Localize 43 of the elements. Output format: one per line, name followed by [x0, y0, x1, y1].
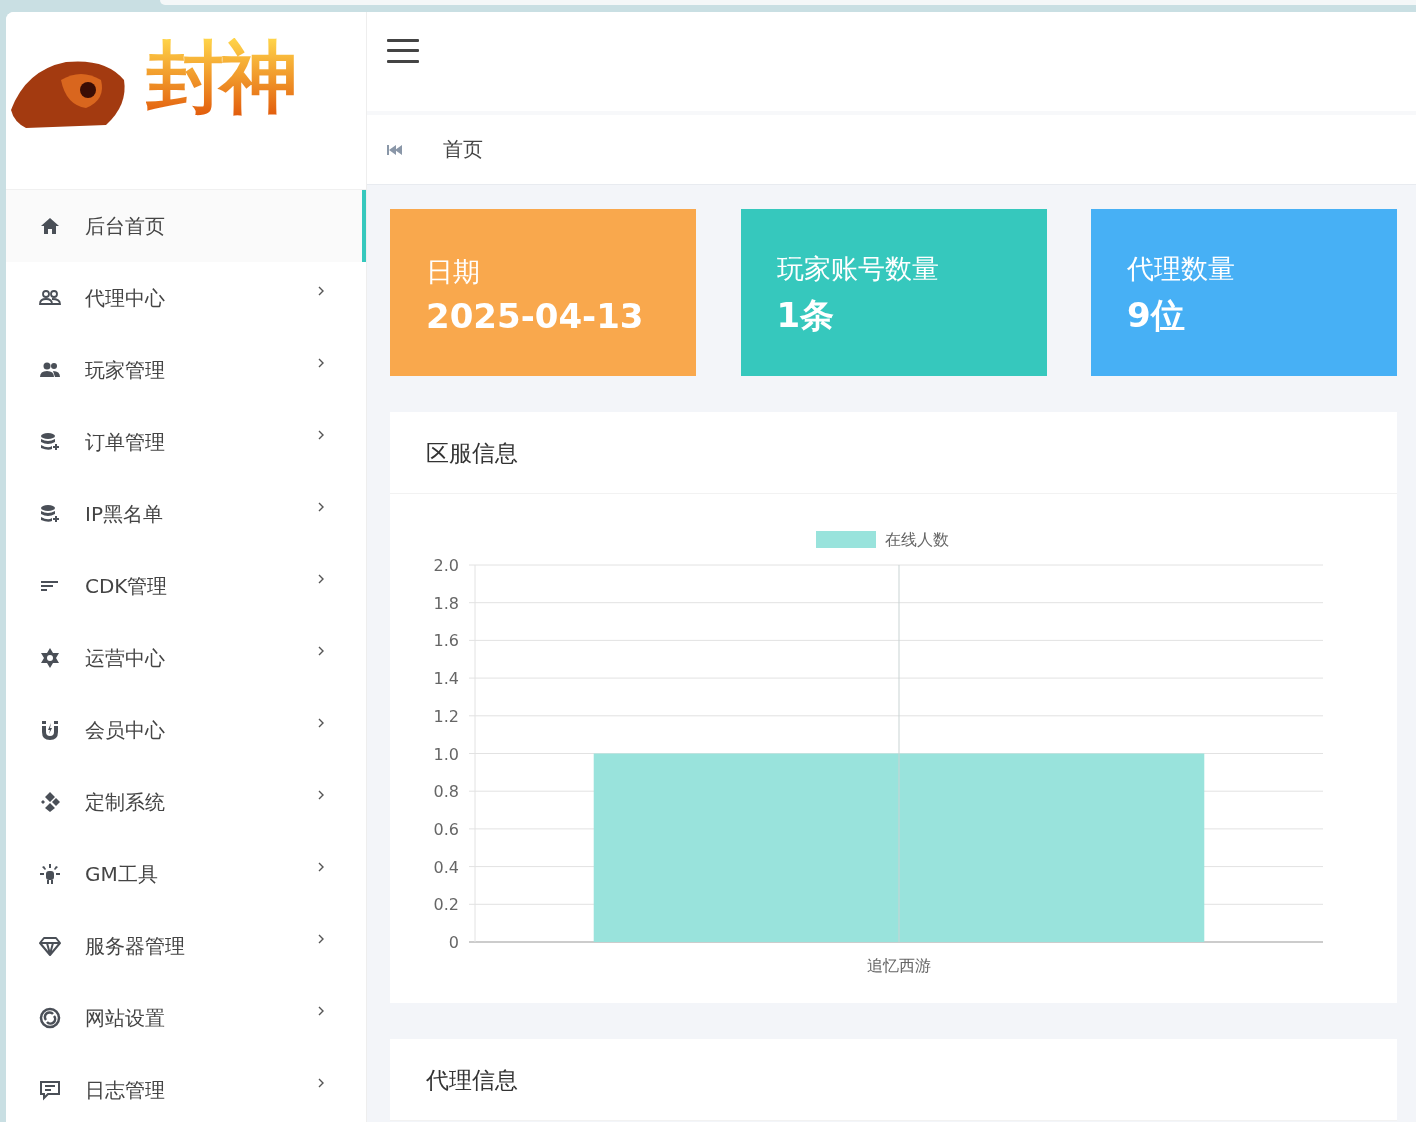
sidebar-item[interactable]: 后台首页	[6, 190, 366, 262]
stat-label: 玩家账号数量	[776, 251, 940, 286]
logo-text: 封神	[146, 38, 294, 116]
breadcrumb-link[interactable]: 首页	[443, 136, 483, 163]
gear-icon	[38, 646, 62, 670]
axis-tick-label: 0.4	[433, 857, 459, 877]
sidebar-item[interactable]: IP黑名单	[6, 478, 366, 550]
stat-label: 日期	[426, 254, 481, 289]
menu-button[interactable]	[387, 38, 419, 63]
axis-tick-label: 1.2	[433, 706, 459, 726]
axis-tick-label: 1.4	[433, 669, 459, 689]
sidebar-item[interactable]: CDK管理	[6, 550, 366, 622]
message-icon	[38, 1078, 62, 1102]
axis-tick-label: 1.0	[433, 744, 459, 764]
sidebar-item[interactable]: 订单管理	[6, 406, 366, 478]
sidebar-item[interactable]: GM工具	[6, 838, 366, 910]
sidebar-item[interactable]: 服务器管理	[6, 910, 366, 982]
gem-icon	[38, 934, 62, 958]
stat-value: 9位	[1127, 293, 1186, 337]
sidebar-item[interactable]: 定制系统	[6, 766, 366, 838]
stat-value: 1条	[776, 293, 836, 337]
sidebar-item[interactable]: 会员中心	[6, 694, 366, 766]
ring-icon	[38, 1006, 62, 1030]
panel-title: 代理信息	[390, 1039, 1397, 1121]
sidebar-item[interactable]: 网站设置	[6, 982, 366, 1054]
axis-tick-label: 1.8	[433, 593, 459, 613]
sidebar-item[interactable]: 日志管理	[6, 1054, 366, 1122]
stat-label: 代理数量	[1127, 251, 1236, 286]
legend-label: 在线人数	[885, 530, 949, 549]
category-label: 追忆西游	[867, 956, 931, 975]
sidebar-item[interactable]: 代理中心	[6, 262, 366, 334]
sidebar-item[interactable]: 运营中心	[6, 622, 366, 694]
axis-tick-label: 1.6	[433, 631, 459, 651]
panel-title: 区服信息	[390, 412, 1397, 494]
skip-back-icon[interactable]	[387, 143, 403, 156]
axis-tick-label: 0	[448, 933, 459, 952]
stat-value: 2025-04-13	[426, 295, 645, 336]
axis-tick-label: 0.8	[433, 782, 459, 802]
axis-tick-label: 2.0	[433, 556, 459, 575]
sidebar-item[interactable]: 玩家管理	[6, 334, 366, 406]
axis-tick-label: 0.6	[433, 819, 459, 839]
axis-tick-label: 0.2	[433, 895, 459, 915]
bulb-icon	[38, 862, 62, 886]
